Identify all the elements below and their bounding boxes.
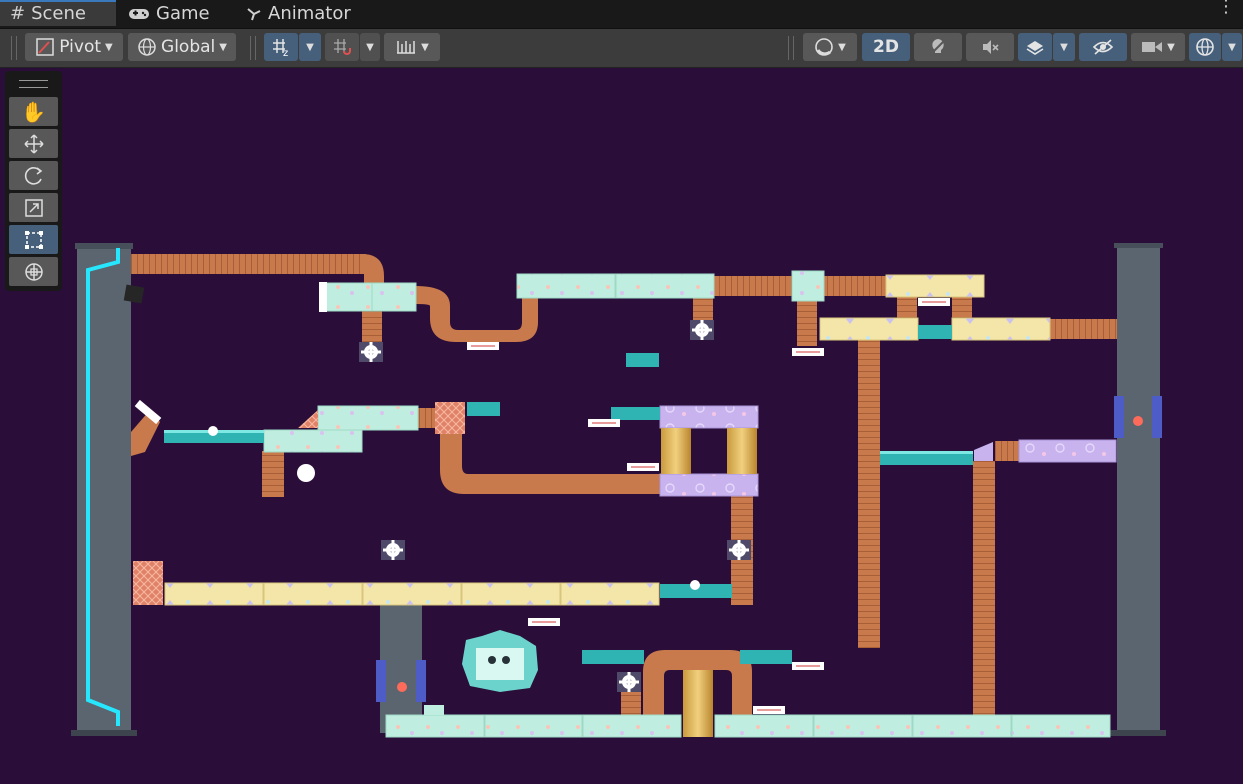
gizmos-toggle[interactable] [1189, 33, 1221, 61]
2d-mode-toggle[interactable]: 2D [862, 33, 910, 61]
scale-icon [23, 197, 45, 219]
tools-panel-grip[interactable] [19, 80, 48, 88]
speaker-muted-icon [980, 37, 1000, 57]
audio-toggle[interactable] [966, 33, 1014, 61]
gizmos-dropdown[interactable]: ▼ [1222, 33, 1242, 61]
scene-viewport[interactable] [0, 68, 1243, 784]
tab-scene[interactable]: # Scene [0, 0, 116, 26]
tab-scene-label: Scene [31, 3, 86, 24]
more-options-icon[interactable]: ⋮ [1217, 0, 1235, 16]
chevron-down-icon: ▼ [1060, 41, 1068, 53]
tab-game[interactable]: Game [128, 0, 210, 28]
rotate-tool-button[interactable] [9, 161, 58, 190]
hash-icon: # [10, 3, 26, 24]
scale-tool-button[interactable] [9, 193, 58, 222]
2d-mode-label: 2D [873, 37, 899, 57]
svg-text:z: z [283, 48, 288, 57]
global-dropdown[interactable]: Global ▼ [128, 33, 236, 61]
scene-toolbar: Pivot ▼ Global ▼ z ▼ ▼ ▼ ▼ 2D ▼ ▼ ▼ [0, 29, 1243, 68]
snap-increment-dropdown[interactable]: ▼ [360, 33, 380, 61]
hidden-objects-toggle[interactable] [1079, 33, 1127, 61]
layers-icon [1025, 37, 1045, 57]
tools-panel: ✋ [5, 71, 62, 291]
rotate-icon [23, 165, 45, 187]
toolbar-grip[interactable] [250, 36, 256, 60]
lighting-toggle[interactable] [914, 33, 962, 61]
camera-icon [1141, 39, 1163, 55]
center-pillar[interactable] [376, 605, 426, 733]
rect-tool-button[interactable] [9, 225, 58, 254]
pivot-icon [35, 37, 55, 57]
chevron-down-icon: ▼ [105, 41, 113, 53]
grid-snap-dropdown[interactable]: ▼ [299, 33, 321, 61]
transform-tool-button[interactable] [9, 257, 58, 286]
hand-icon: ✋ [21, 99, 46, 124]
pivot-dropdown[interactable]: Pivot ▼ [25, 33, 123, 61]
teal-platforms[interactable] [164, 325, 973, 664]
toolbar-grip[interactable] [11, 36, 17, 60]
tab-bar: # Scene Game Animator ⋮ [0, 0, 1243, 29]
shaded-sphere-icon [814, 37, 834, 57]
gamepad-icon [128, 7, 150, 21]
globe-icon [137, 37, 157, 57]
player-character[interactable] [462, 630, 538, 692]
grid-snap-button[interactable]: z [264, 33, 298, 61]
hand-tool-button[interactable]: ✋ [9, 97, 58, 126]
tab-animator[interactable]: Animator [246, 0, 351, 28]
global-label: Global [161, 37, 216, 57]
pivot-label: Pivot [59, 37, 102, 57]
sensor-icon[interactable] [134, 282, 951, 715]
chevron-down-icon: ▼ [1228, 41, 1236, 53]
effects-dropdown[interactable]: ▼ [1053, 33, 1075, 61]
chevron-down-icon: ▼ [366, 41, 374, 53]
grid-snap-icon: z [271, 37, 291, 57]
lightbulb-off-icon [928, 37, 948, 57]
move-tool-button[interactable] [9, 129, 58, 158]
increment-snap-dropdown[interactable]: ▼ [384, 33, 440, 61]
chevron-down-icon: ▼ [1167, 41, 1175, 53]
tab-game-label: Game [156, 3, 210, 24]
right-pillar[interactable] [1108, 243, 1166, 736]
tab-animator-label: Animator [268, 3, 351, 24]
move-icon [23, 133, 45, 155]
chevron-down-icon: ▼ [421, 41, 429, 53]
chevron-down-icon: ▼ [219, 41, 227, 53]
camera-dropdown[interactable]: ▼ [1131, 33, 1185, 61]
ruler-icon [395, 38, 417, 56]
snap-increment-button[interactable] [325, 33, 359, 61]
chevron-down-icon: ▼ [838, 41, 846, 53]
draw-mode-dropdown[interactable]: ▼ [803, 33, 857, 61]
rect-transform-icon [23, 229, 45, 251]
left-pillar[interactable] [71, 243, 145, 736]
chevron-down-icon: ▼ [306, 41, 314, 53]
eye-hidden-icon [1092, 38, 1114, 56]
animator-icon [246, 6, 262, 22]
transform-icon [23, 261, 45, 283]
effects-toggle[interactable] [1018, 33, 1052, 61]
gizmo-globe-icon [1194, 36, 1216, 58]
magnet-grid-icon [332, 37, 352, 57]
toolbar-grip[interactable] [788, 36, 794, 60]
